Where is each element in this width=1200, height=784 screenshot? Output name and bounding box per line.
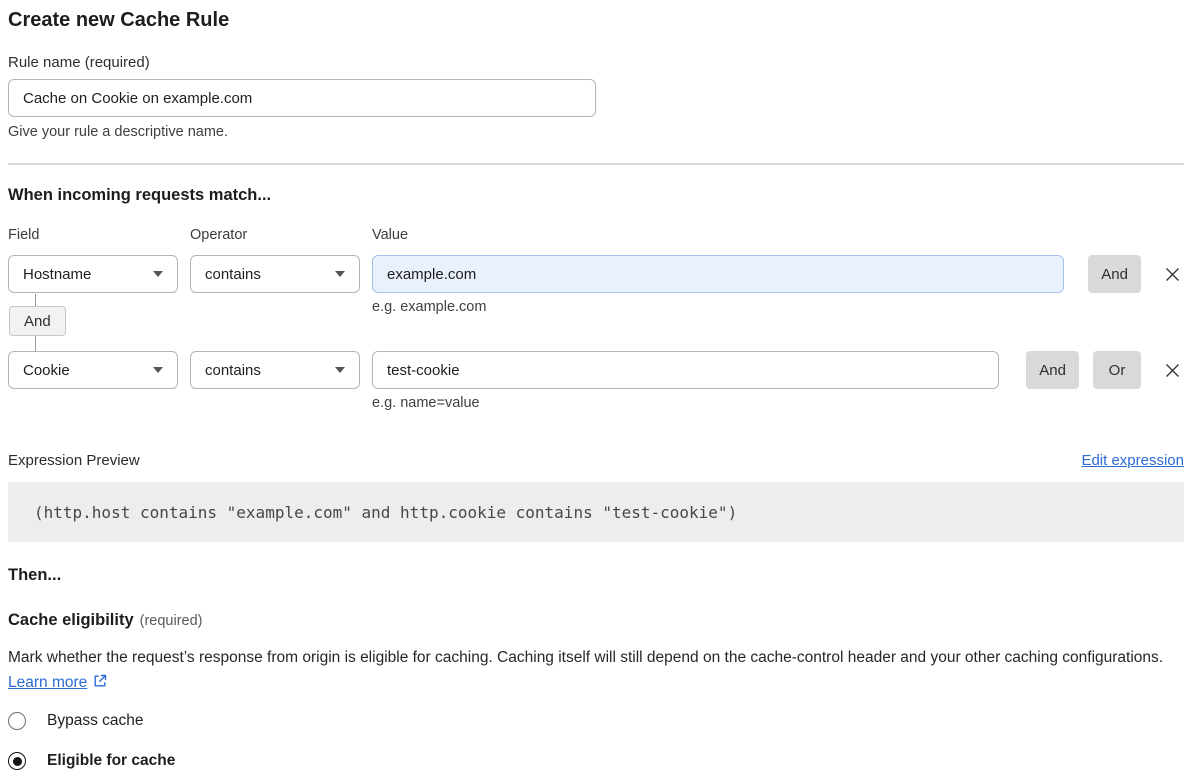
expression-code: (http.host contains "example.com" and ht… — [34, 503, 737, 522]
operator-column-label: Operator — [190, 227, 360, 243]
learn-more-link[interactable]: Learn more — [8, 674, 87, 691]
connector-and-button[interactable]: And — [9, 306, 66, 336]
condition-actions: And — [1088, 255, 1184, 293]
radio-unselected-icon — [8, 712, 26, 730]
operator-select[interactable]: contains — [190, 255, 360, 293]
field-column-label: Field — [8, 227, 178, 243]
expression-code-block: (http.host contains "example.com" and ht… — [8, 482, 1184, 542]
page-title: Create new Cache Rule — [8, 6, 1184, 34]
rule-name-input[interactable] — [8, 79, 596, 117]
cache-eligibility-heading-row: Cache eligibility (required) — [8, 611, 1184, 631]
chevron-down-icon — [335, 271, 345, 277]
field-select[interactable]: Hostname — [8, 255, 178, 293]
condition-column-labels: Field Operator Value — [8, 227, 1184, 243]
edit-expression-link[interactable]: Edit expression — [1081, 452, 1184, 469]
operator-select-value: contains — [205, 266, 261, 283]
close-icon — [1163, 265, 1182, 284]
condition-actions: And Or — [1026, 351, 1184, 389]
match-heading: When incoming requests match... — [8, 185, 1184, 205]
operator-select-value: contains — [205, 362, 261, 379]
add-and-condition-button[interactable]: And — [1026, 351, 1079, 389]
value-input[interactable] — [372, 255, 1064, 293]
field-select[interactable]: Cookie — [8, 351, 178, 389]
expression-preview-header: Expression Preview Edit expression — [8, 452, 1184, 469]
then-heading: Then... — [8, 566, 1184, 585]
value-column: e.g. name=value — [372, 351, 999, 411]
field-select-value: Cookie — [23, 362, 70, 379]
cache-eligibility-description: Mark whether the request’s response from… — [8, 645, 1168, 695]
condition-row: Cookie contains e.g. name=value And Or — [8, 351, 1184, 411]
remove-condition-button[interactable] — [1161, 255, 1184, 293]
add-and-condition-button[interactable]: And — [1088, 255, 1141, 293]
external-link-icon — [92, 673, 108, 689]
cache-eligibility-heading: Cache eligibility — [8, 611, 134, 629]
chevron-down-icon — [153, 367, 163, 373]
rule-name-label: Rule name (required) — [8, 54, 1184, 72]
radio-option-label: Bypass cache — [47, 712, 144, 730]
expression-preview-label: Expression Preview — [8, 452, 140, 469]
radio-option-eligible-for-cache[interactable]: Eligible for cache — [8, 752, 1184, 770]
chevron-down-icon — [153, 271, 163, 277]
value-input[interactable] — [372, 351, 999, 389]
radio-option-label: Eligible for cache — [47, 752, 175, 770]
chevron-down-icon — [335, 367, 345, 373]
required-note: (required) — [140, 613, 203, 629]
remove-condition-button[interactable] — [1161, 351, 1184, 389]
rule-name-help: Give your rule a descriptive name. — [8, 124, 1184, 140]
radio-option-bypass-cache[interactable]: Bypass cache — [8, 712, 1184, 730]
close-icon — [1163, 361, 1182, 380]
add-or-condition-button[interactable]: Or — [1093, 351, 1141, 389]
condition-connector: And — [8, 294, 1184, 351]
field-select-value: Hostname — [23, 266, 91, 283]
operator-select[interactable]: contains — [190, 351, 360, 389]
rule-name-group: Rule name (required) Give your rule a de… — [8, 54, 1184, 140]
description-text: Mark whether the request’s response from… — [8, 649, 1163, 666]
value-hint: e.g. name=value — [372, 395, 999, 411]
radio-selected-icon — [8, 752, 26, 770]
value-column-label: Value — [372, 227, 408, 243]
create-cache-rule-page: Create new Cache Rule Rule name (require… — [0, 0, 1200, 770]
section-divider — [8, 163, 1184, 165]
